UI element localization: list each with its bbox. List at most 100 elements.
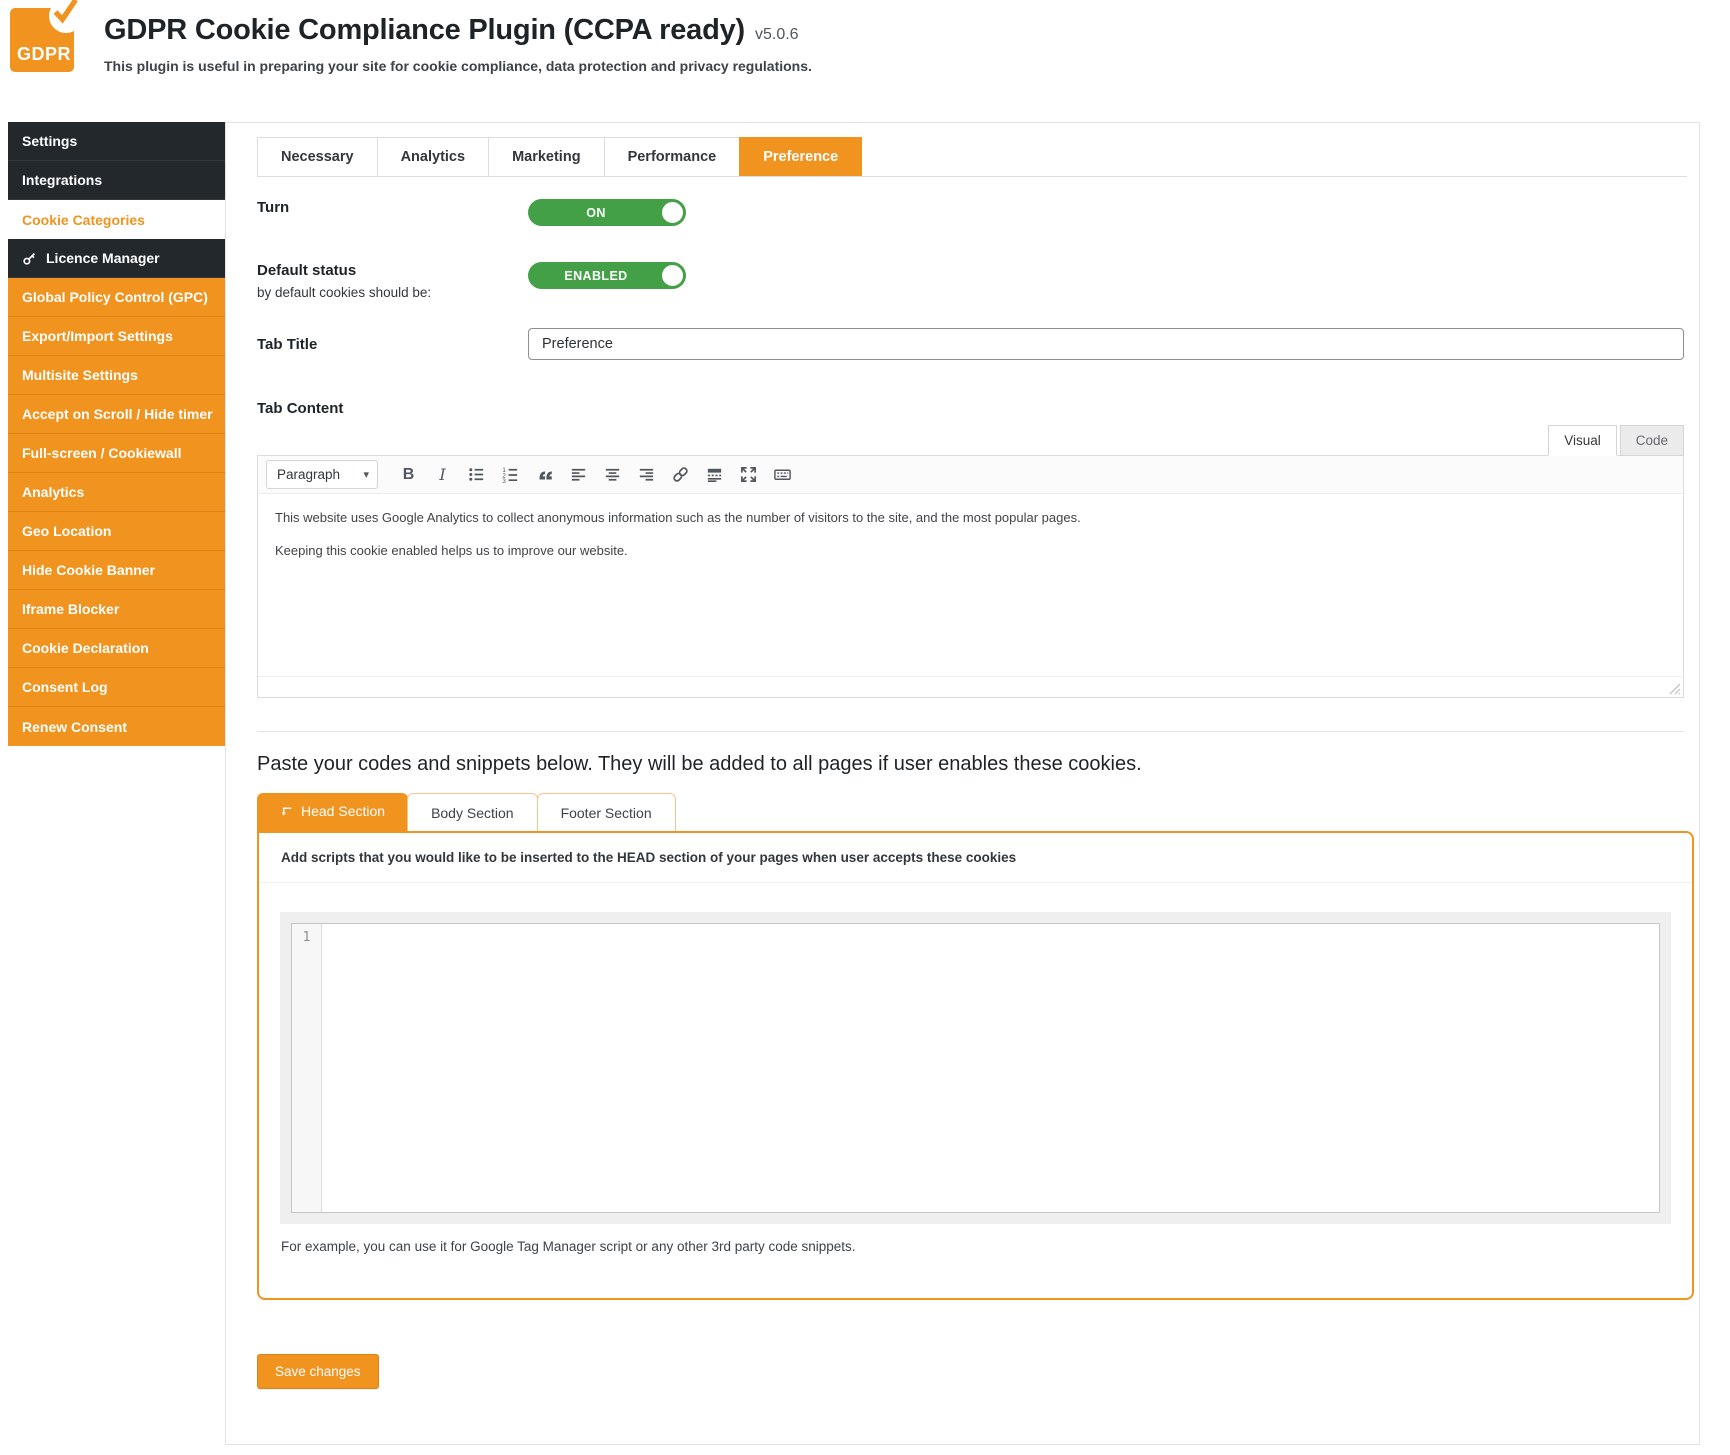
sidebar-item-label: Integrations: [22, 172, 102, 188]
editor-mode-tabs: Visual Code: [257, 425, 1684, 455]
sidebar-item-label: Hide Cookie Banner: [22, 562, 155, 578]
blockquote-button[interactable]: [529, 461, 560, 489]
editor-toolbar: Paragraph ▾ B I 123: [258, 456, 1683, 494]
tab-marketing[interactable]: Marketing: [488, 137, 604, 176]
insert-link-button[interactable]: [665, 461, 696, 489]
code-editor-container: 1: [280, 912, 1671, 1224]
sidebar-item-renew-consent[interactable]: Renew Consent: [8, 707, 225, 746]
paragraph-dropdown-label: Paragraph: [277, 467, 340, 482]
sidebar-item-label: Accept on Scroll / Hide timer: [22, 406, 213, 422]
sidebar-item-label: Full-screen / Cookiewall: [22, 445, 182, 461]
tab-content-editor: Visual Code Paragraph ▾ B I 123: [257, 425, 1684, 698]
cookie-categories-panel: Necessary Analytics Marketing Performanc…: [225, 122, 1700, 1445]
turn-toggle-state: ON: [586, 206, 606, 220]
fullscreen-icon: [739, 465, 758, 484]
visual-mode-tab[interactable]: Visual: [1548, 425, 1617, 456]
tab-title-input[interactable]: [528, 328, 1684, 360]
numbered-list-button[interactable]: 123: [495, 461, 526, 489]
editor-paragraph: This website uses Google Analytics to co…: [275, 508, 1666, 528]
tab-head-section[interactable]: Head Section: [257, 793, 408, 831]
sidebar-item-cookie-categories[interactable]: Cookie Categories: [8, 200, 225, 239]
sidebar-item-label: Geo Location: [22, 523, 111, 539]
bold-icon: B: [403, 466, 415, 484]
toggle-knob: [660, 263, 685, 288]
key-icon: [22, 251, 37, 266]
category-tab-bar: Necessary Analytics Marketing Performanc…: [257, 137, 1687, 177]
line-number-gutter: 1: [292, 924, 322, 1212]
italic-icon: I: [439, 465, 445, 484]
tab-performance[interactable]: Performance: [604, 137, 740, 176]
sidebar-item-label: Consent Log: [22, 679, 108, 695]
sidebar-item-label: Licence Manager: [46, 250, 160, 266]
section-tab-label: Body Section: [431, 805, 514, 821]
head-section-code-editor: 1: [291, 923, 1660, 1213]
sidebar-item-label: Iframe Blocker: [22, 601, 119, 617]
sidebar-item-consent-log[interactable]: Consent Log: [8, 668, 225, 707]
head-section-note: Add scripts that you would like to be in…: [259, 833, 1692, 883]
default-status-sublabel: by default cookies should be:: [257, 285, 528, 300]
paragraph-style-dropdown[interactable]: Paragraph ▾: [266, 460, 378, 489]
tab-analytics[interactable]: Analytics: [377, 137, 488, 176]
tab-title-row: Tab Title: [257, 328, 1687, 360]
head-section-panel: Add scripts that you would like to be in…: [257, 831, 1694, 1300]
fullscreen-button[interactable]: [733, 461, 764, 489]
blockquote-icon: [536, 466, 554, 484]
resize-handle[interactable]: [1669, 683, 1681, 695]
sidebar-item-iframe-blocker[interactable]: Iframe Blocker: [8, 590, 225, 629]
sidebar-item-geo-location[interactable]: Geo Location: [8, 512, 225, 551]
section-divider: [257, 731, 1684, 732]
italic-button[interactable]: I: [427, 461, 458, 489]
bold-button[interactable]: B: [393, 461, 424, 489]
sidebar-item-label: Global Policy Control (GPC): [22, 289, 208, 305]
align-left-button[interactable]: [563, 461, 594, 489]
sidebar-item-licence-manager[interactable]: Licence Manager: [8, 239, 225, 278]
tab-title-label: Tab Title: [257, 336, 528, 353]
snippet-section-tabs: Head Section Body Section Footer Section: [257, 793, 1687, 831]
tab-content-textarea[interactable]: This website uses Google Analytics to co…: [258, 494, 1683, 676]
sidebar-item-export-import[interactable]: Export/Import Settings: [8, 317, 225, 356]
sidebar-item-integrations[interactable]: Integrations: [8, 161, 225, 200]
sidebar-item-label: Analytics: [22, 484, 84, 500]
code-mode-tab[interactable]: Code: [1620, 425, 1684, 456]
sidebar-item-hide-cookie-banner[interactable]: Hide Cookie Banner: [8, 551, 225, 590]
align-center-button[interactable]: [597, 461, 628, 489]
sidebar-item-gpc[interactable]: Global Policy Control (GPC): [8, 278, 225, 317]
bulleted-list-icon: [467, 465, 486, 484]
keyboard-icon: [773, 465, 792, 484]
snippets-heading: Paste your codes and snippets below. The…: [257, 753, 1687, 776]
bulleted-list-button[interactable]: [461, 461, 492, 489]
numbered-list-icon: 123: [501, 465, 520, 484]
tab-preference[interactable]: Preference: [739, 137, 862, 176]
sidebar-item-label: Multisite Settings: [22, 367, 138, 383]
plugin-header: GDPR GDPR Cookie Compliance Plugin (CCPA…: [10, 8, 812, 74]
tab-necessary[interactable]: Necessary: [257, 137, 377, 176]
sidebar-item-multisite[interactable]: Multisite Settings: [8, 356, 225, 395]
sidebar-item-analytics[interactable]: Analytics: [8, 473, 225, 512]
editor-statusbar: [258, 676, 1683, 697]
default-status-toggle-state: ENABLED: [564, 269, 627, 283]
sidebar-item-settings[interactable]: Settings: [8, 122, 225, 161]
svg-text:3: 3: [502, 478, 506, 484]
sidebar-item-accept-on-scroll[interactable]: Accept on Scroll / Hide timer: [8, 395, 225, 434]
align-right-icon: [637, 465, 656, 484]
turn-toggle[interactable]: ON: [528, 199, 686, 226]
page-subtitle: This plugin is useful in preparing your …: [104, 58, 812, 74]
tab-footer-section[interactable]: Footer Section: [537, 793, 676, 831]
tab-body-section[interactable]: Body Section: [407, 793, 538, 831]
turn-row: Turn ON: [257, 199, 1687, 226]
sidebar-item-cookie-declaration[interactable]: Cookie Declaration: [8, 629, 225, 668]
sidebar-item-label: Cookie Declaration: [22, 640, 149, 656]
code-input-area[interactable]: [322, 924, 1659, 1212]
sidebar-item-fullscreen-cookiewall[interactable]: Full-screen / Cookiewall: [8, 434, 225, 473]
default-status-row: Default status by default cookies should…: [257, 262, 1687, 300]
sidebar-item-label: Cookie Categories: [22, 212, 145, 228]
default-status-toggle[interactable]: ENABLED: [528, 262, 686, 289]
align-right-button[interactable]: [631, 461, 662, 489]
save-changes-button[interactable]: Save changes: [257, 1354, 379, 1389]
default-status-label: Default status: [257, 262, 528, 279]
checkmark-icon: [46, 0, 82, 35]
tab-content-label: Tab Content: [257, 400, 1687, 417]
section-tab-label: Footer Section: [561, 805, 652, 821]
keyboard-shortcuts-button[interactable]: [767, 461, 798, 489]
read-more-button[interactable]: [699, 461, 730, 489]
